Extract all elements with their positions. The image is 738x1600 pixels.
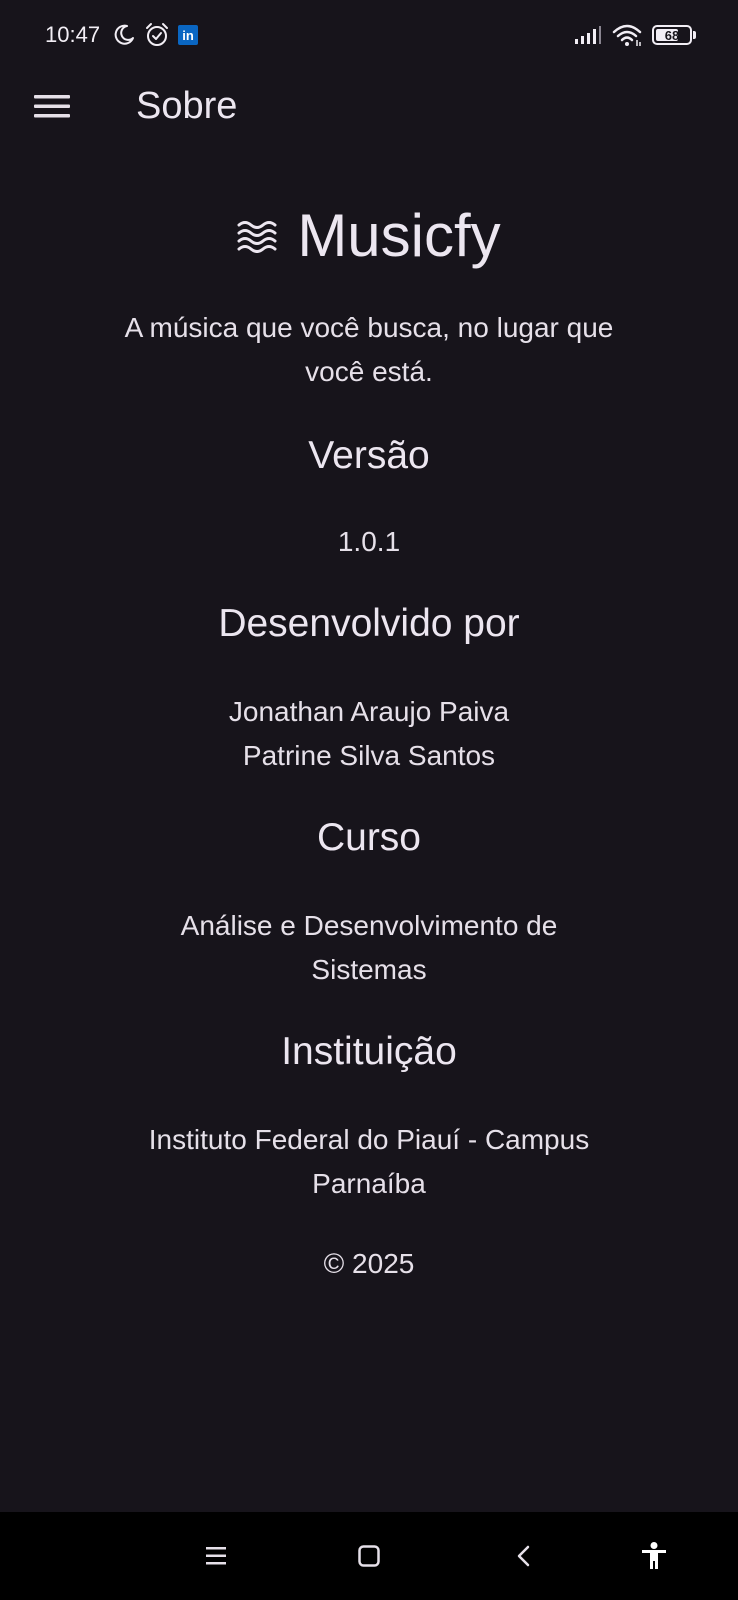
app-logo-row: Musicfy <box>0 196 738 276</box>
system-nav-bar <box>0 1512 738 1600</box>
status-time: 10:47 <box>45 22 101 47</box>
version-title: Versão <box>308 434 430 477</box>
battery-level: 68 <box>664 27 680 43</box>
accessibility-button[interactable] <box>630 1532 678 1580</box>
linkedin-icon: in <box>178 25 198 45</box>
battery-cap <box>693 31 696 39</box>
app-bar-title: Sobre <box>136 85 238 127</box>
menu-button[interactable] <box>28 82 76 130</box>
app-name: Musicfy <box>297 202 501 269</box>
recents-button[interactable] <box>192 1532 240 1580</box>
home-icon <box>358 1545 380 1567</box>
developer-name: Patrine Silva Santos <box>242 740 496 771</box>
menu-icon <box>34 95 70 118</box>
alarm-icon <box>146 23 168 46</box>
status-bar: 10:47 in 68 <box>0 0 738 70</box>
app-bar: Sobre <box>0 70 738 142</box>
developer-name: Jonathan Araujo Paiva <box>228 696 510 727</box>
signal-icon <box>575 26 601 44</box>
course-title: Curso <box>316 816 422 859</box>
institution-value: Instituto Federal do Piauí - Campus Parn… <box>148 1124 590 1199</box>
version-value: 1.0.1 <box>337 526 401 557</box>
course-value: Análise e Desenvolvimento de Sistemas <box>180 910 558 985</box>
copyright-text: © 2025 <box>323 1248 415 1279</box>
developers-list: Jonathan Araujo Paiva Patrine Silva Sant… <box>0 690 738 778</box>
status-icons-left: in <box>112 20 198 50</box>
accessibility-icon <box>642 1542 666 1569</box>
waves-icon <box>237 221 277 253</box>
back-icon <box>517 1545 530 1567</box>
moon-icon <box>114 24 134 45</box>
status-icons-right: 68 <box>574 20 696 50</box>
battery-body: 68 <box>652 25 692 45</box>
app-tagline: A música que você busca, no lugar que vo… <box>124 312 614 387</box>
battery-icon: 68 <box>652 25 696 45</box>
institution-title: Instituição <box>281 1030 457 1073</box>
recents-icon <box>206 1547 226 1565</box>
developers-title: Desenvolvido por <box>218 602 520 645</box>
back-button[interactable] <box>500 1532 548 1580</box>
home-button[interactable] <box>345 1532 393 1580</box>
wifi-icon <box>612 24 642 46</box>
about-content: Musicfy A música que você busca, no luga… <box>0 196 738 1286</box>
